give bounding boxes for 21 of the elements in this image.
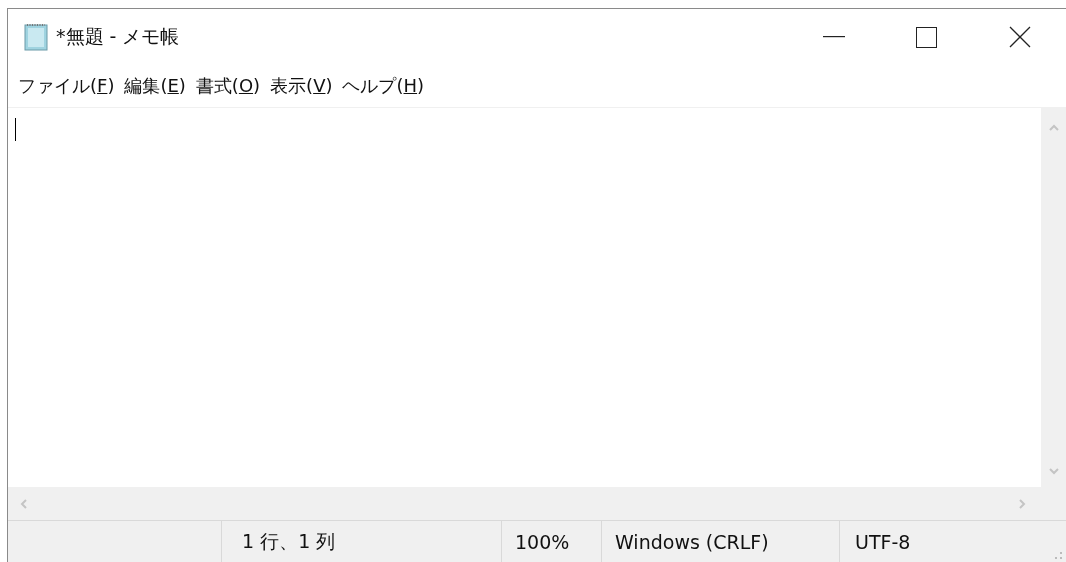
- scroll-down-icon[interactable]: [1047, 465, 1060, 477]
- menu-item[interactable]: 書式(O): [191, 70, 265, 102]
- menu-item[interactable]: ヘルプ(H): [338, 70, 429, 102]
- menu-item[interactable]: 表示(V): [266, 70, 337, 102]
- status-text: 1 行、1 列: [221, 521, 501, 562]
- vertical-scrollbar[interactable]: [1041, 108, 1066, 487]
- window-title: *無題 - メモ帳: [56, 24, 181, 49]
- notepad-icon: [22, 23, 50, 51]
- scroll-left-icon[interactable]: [18, 497, 30, 510]
- resize-grip-icon[interactable]: [1054, 552, 1064, 562]
- status-text: UTF-8: [839, 521, 989, 562]
- maximize-icon: [916, 26, 937, 48]
- text-caret: [15, 118, 16, 141]
- close-icon: [1008, 26, 1031, 48]
- status-text: 100%: [501, 521, 601, 562]
- status-text: Windows (CRLF): [601, 521, 839, 562]
- horizontal-scrollbar[interactable]: [8, 487, 1066, 521]
- scroll-right-icon[interactable]: [1016, 497, 1028, 510]
- menu-item[interactable]: 編集(E): [120, 70, 190, 102]
- menu-item[interactable]: ファイル(F): [14, 70, 119, 102]
- minimize-icon: [822, 36, 845, 38]
